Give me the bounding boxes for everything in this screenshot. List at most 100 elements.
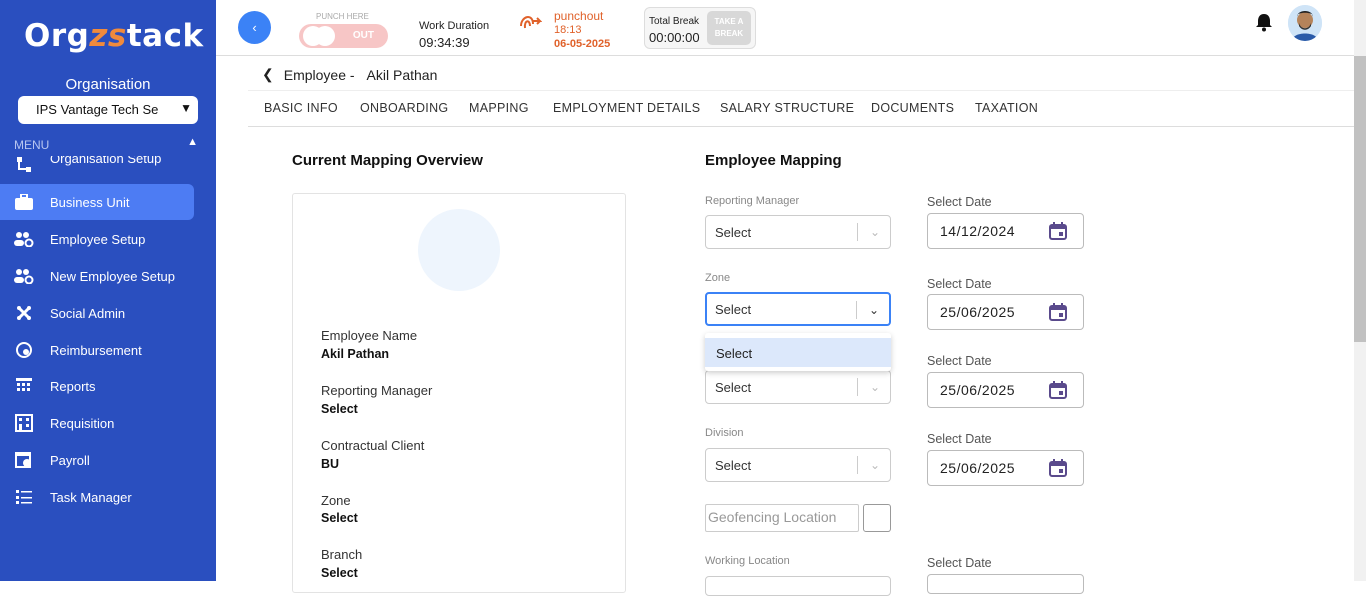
take-break-button[interactable]: TAKE A BREAK (707, 11, 751, 45)
zone-label: Zone (705, 272, 731, 284)
scrollbar-thumb[interactable] (1354, 56, 1366, 342)
overview-value-branch: Select (321, 566, 358, 580)
user-avatar[interactable] (1288, 5, 1322, 41)
branch-select[interactable]: Select ⌄ (705, 370, 891, 404)
tab-salary-structure[interactable]: SALARY STRUCTURE (720, 101, 854, 115)
app-logo[interactable]: Orgzstack (24, 18, 204, 54)
select-date-label: Select Date (927, 277, 992, 291)
sidebar-item-new-employee-setup[interactable]: New Employee Setup (0, 258, 194, 294)
division-select[interactable]: Select ⌄ (705, 448, 891, 482)
overview-value-reporting-manager: Select (321, 402, 358, 416)
mapping-overview-card: Employee Name Akil Pathan Reporting Mana… (292, 193, 626, 593)
overview-label-branch: Branch (321, 547, 363, 562)
calendar-icon[interactable] (1049, 303, 1067, 321)
select-date-label: Select Date (927, 195, 992, 209)
list-icon (14, 488, 34, 506)
overview-label-employee-name: Employee Name (321, 328, 418, 343)
building-icon (14, 414, 34, 432)
tab-taxation[interactable]: TAXATION (975, 101, 1038, 115)
geofencing-location-input[interactable]: Geofencing Location (705, 504, 859, 532)
breadcrumb: ❮ Employee - Akil Pathan (262, 66, 437, 83)
sidebar-item-employee-setup[interactable]: Employee Setup (0, 221, 194, 257)
payroll-icon (14, 451, 34, 469)
overview-value-contractual-client: BU (321, 457, 340, 471)
zone-date[interactable]: 25/06/2025 (927, 294, 1084, 330)
zone-select[interactable]: Select ⌄ (705, 292, 891, 326)
fingerprint-icon (520, 16, 542, 29)
punchout-time: 18:13 (554, 24, 582, 36)
sidebar-item-organisation-setup[interactable]: Organisation Setup (0, 156, 194, 174)
reporting-manager-select[interactable]: Select ⌄ (705, 215, 891, 249)
working-location-select[interactable] (705, 576, 891, 596)
menu-label: MENU (14, 138, 50, 152)
mapping-title: Employee Mapping (705, 152, 842, 169)
chevron-left-icon: ‹ (252, 20, 257, 35)
calendar-grid-icon (14, 377, 34, 395)
organisation-select[interactable]: IPS Vantage Tech Se ▼ (18, 96, 198, 124)
sidebar-item-requisition[interactable]: Requisition (0, 405, 194, 441)
select-date-label: Select Date (927, 432, 992, 446)
tab-documents[interactable]: DOCUMENTS (871, 101, 954, 115)
breadcrumb-employee-name: Akil Pathan (366, 66, 438, 83)
sitemap-icon (14, 156, 34, 174)
users-gear-icon (14, 267, 34, 285)
total-break-value: 00:00:00 (649, 30, 700, 45)
division-date[interactable]: 25/06/2025 (927, 450, 1084, 486)
punch-state: OUT (352, 30, 374, 41)
chevron-up-icon[interactable]: ▲ (187, 136, 198, 148)
work-duration-value: 09:34:39 (419, 35, 470, 50)
sidebar-item-business-unit[interactable]: Business Unit (0, 184, 194, 220)
punch-toggle[interactable]: OUT (299, 24, 388, 48)
work-duration-label: Work Duration (419, 20, 490, 32)
organisation-label: Organisation (65, 76, 151, 93)
users-gear-icon (14, 230, 34, 248)
tab-basic-info[interactable]: BASIC INFO (264, 101, 338, 115)
punchout-date: 06-05-2025 (554, 38, 611, 50)
calendar-icon[interactable] (1049, 459, 1067, 477)
tab-employment-details[interactable]: EMPLOYMENT DETAILS (553, 101, 700, 115)
chevron-down-icon: ⌄ (868, 303, 879, 317)
calendar-icon[interactable] (1049, 222, 1067, 240)
chevron-down-icon: ⌄ (869, 225, 880, 239)
sidebar-item-task-manager[interactable]: Task Manager (0, 479, 194, 515)
reporting-manager-date[interactable]: 14/12/2024 (927, 213, 1084, 249)
select-date-label: Select Date (927, 556, 992, 570)
reporting-manager-label: Reporting Manager (705, 195, 800, 207)
geofencing-checkbox[interactable] (863, 504, 891, 532)
total-break-label: Total Break (649, 16, 700, 27)
chevron-down-icon: ⌄ (869, 458, 880, 472)
calendar-icon[interactable] (1049, 381, 1067, 399)
sidebar-item-reimbursement[interactable]: Reimbursement (0, 332, 194, 368)
working-location-label: Working Location (705, 555, 790, 567)
employee-tabs: BASIC INFO ONBOARDING MAPPING EMPLOYMENT… (248, 90, 1354, 127)
tab-mapping[interactable]: MAPPING (469, 101, 529, 115)
punchout-label: punchout (554, 9, 604, 23)
money-cycle-icon (14, 341, 34, 359)
chevron-down-icon: ⌄ (869, 380, 880, 394)
back-arrow-icon[interactable]: ❮ (262, 66, 274, 83)
overview-label-zone: Zone (321, 493, 351, 508)
employee-photo (418, 209, 500, 291)
sidebar: Orgzstack Organisation IPS Vantage Tech … (0, 0, 216, 581)
collapse-sidebar-button[interactable]: ‹ (238, 11, 271, 44)
joomla-icon (14, 304, 34, 322)
overview-label-reporting-manager: Reporting Manager (321, 383, 433, 398)
dropdown-option[interactable]: Select (705, 338, 891, 367)
sidebar-item-social-admin[interactable]: Social Admin (0, 295, 194, 331)
zone-dropdown-menu: Select (705, 333, 891, 371)
tab-onboarding[interactable]: ONBOARDING (360, 101, 448, 115)
overview-title: Current Mapping Overview (292, 152, 483, 169)
punch-here-label: PUNCH HERE (316, 12, 369, 21)
breadcrumb-section[interactable]: Employee - (284, 67, 355, 83)
branch-date[interactable]: 25/06/2025 (927, 372, 1084, 408)
overview-label-contractual-client: Contractual Client (321, 438, 425, 453)
working-location-date[interactable] (927, 574, 1084, 594)
overview-value-employee-name: Akil Pathan (321, 347, 390, 361)
overview-value-zone: Select (321, 511, 358, 525)
sidebar-item-reports[interactable]: Reports (0, 368, 194, 404)
sidebar-item-payroll[interactable]: Payroll (0, 442, 194, 478)
briefcase-icon (14, 193, 34, 211)
bell-icon[interactable] (1255, 12, 1273, 32)
division-label: Division (705, 427, 744, 439)
total-break-box: Total Break 00:00:00 TAKE A BREAK (644, 7, 756, 49)
